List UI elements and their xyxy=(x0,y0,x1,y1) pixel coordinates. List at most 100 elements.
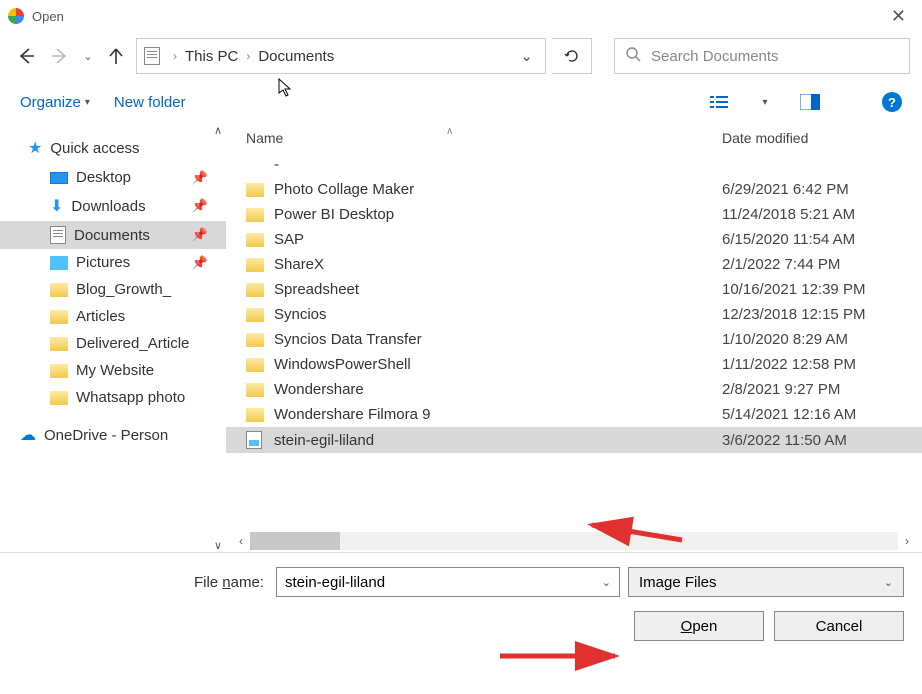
organize-button[interactable]: Organize▾ xyxy=(20,94,90,111)
recent-dropdown[interactable]: ⌄ xyxy=(80,42,96,70)
chevron-down-icon[interactable]: ⌄ xyxy=(884,576,893,589)
col-date[interactable]: Date modified xyxy=(722,130,922,146)
folder-icon xyxy=(246,383,264,397)
filter-select[interactable]: Image Files ⌄ xyxy=(628,567,904,597)
search-input[interactable]: Search Documents xyxy=(614,38,910,74)
sidebar-item-label: Pictures xyxy=(76,254,130,271)
sidebar-item-label: Blog_Growth_ xyxy=(76,281,171,298)
breadcrumb[interactable]: › This PC › Documents ⌄ xyxy=(136,38,546,74)
cancel-button[interactable]: Cancel xyxy=(774,611,904,641)
file-date: 5/14/2021 12:16 AM xyxy=(722,406,922,423)
sidebar-item[interactable]: Whatsapp photo xyxy=(0,384,226,411)
star-icon: ★ xyxy=(28,138,42,158)
back-button[interactable] xyxy=(12,42,40,70)
chevron-down-icon[interactable]: ⌄ xyxy=(602,576,611,589)
folder-icon xyxy=(50,310,68,324)
pictures-icon xyxy=(50,256,68,270)
scroll-right-icon[interactable]: › xyxy=(898,534,916,548)
file-date: 1/10/2020 8:29 AM xyxy=(722,331,922,348)
refresh-button[interactable] xyxy=(552,38,592,74)
scroll-left-icon[interactable]: ‹ xyxy=(232,534,250,548)
file-name: ShareX xyxy=(274,256,722,273)
file-row[interactable]: Syncios Data Transfer1/10/2020 8:29 AM xyxy=(226,327,922,352)
file-row[interactable]: Spreadsheet10/16/2021 12:39 PM xyxy=(226,277,922,302)
sidebar-item-label: My Website xyxy=(76,362,154,379)
file-name: Syncios Data Transfer xyxy=(274,331,722,348)
file-row[interactable]: Photo Collage Maker6/29/2021 6:42 PM xyxy=(226,177,922,202)
sidebar-item[interactable]: Documents 📌 xyxy=(0,221,226,249)
file-date: 2/1/2022 7:44 PM xyxy=(722,256,922,273)
file-row[interactable]: stein-egil-liland3/6/2022 11:50 AM xyxy=(226,427,922,453)
search-icon xyxy=(625,46,641,66)
sidebar-item[interactable]: Pictures📌 xyxy=(0,249,226,276)
scrollbar-thumb[interactable] xyxy=(250,532,340,550)
file-row[interactable]: ShareX2/1/2022 7:44 PM xyxy=(226,252,922,277)
sidebar-item[interactable]: Articles xyxy=(0,303,226,330)
file-row[interactable]: SAP6/15/2020 11:54 AM xyxy=(226,227,922,252)
help-icon[interactable]: ? xyxy=(882,92,902,112)
col-name[interactable]: Name∧ xyxy=(246,130,722,146)
sidebar-item[interactable]: Blog_Growth_ xyxy=(0,276,226,303)
preview-pane-icon[interactable] xyxy=(796,94,824,110)
file-name: Syncios xyxy=(274,306,722,323)
sidebar-quick-access[interactable]: ★ Quick access xyxy=(0,130,226,164)
sidebar-item[interactable]: My Website xyxy=(0,357,226,384)
file-row[interactable]: Syncios12/23/2018 12:15 PM xyxy=(226,302,922,327)
pin-icon: 📌 xyxy=(192,227,208,243)
file-date: 2/8/2021 9:27 PM xyxy=(722,381,922,398)
up-button[interactable] xyxy=(102,42,130,70)
forward-button[interactable] xyxy=(46,42,74,70)
file-date: 6/29/2021 6:42 PM xyxy=(722,181,922,198)
folder-icon xyxy=(50,337,68,351)
file-name: SAP xyxy=(274,231,722,248)
filename-input[interactable]: stein-egil-liland ⌄ xyxy=(276,567,620,597)
sidebar-item-label: Desktop xyxy=(76,169,131,186)
file-row[interactable]: WindowsPowerShell1/11/2022 12:58 PM xyxy=(226,352,922,377)
main-content: ∧ ★ Quick access Desktop📌⬇Downloads📌Docu… xyxy=(0,124,922,552)
sidebar-item-label: Downloads xyxy=(71,198,145,215)
folder-icon xyxy=(246,408,264,422)
file-date: 6/15/2020 11:54 AM xyxy=(722,231,922,248)
app-icon xyxy=(8,8,24,24)
scroll-down-icon[interactable]: ∨ xyxy=(214,539,222,552)
scroll-up-icon[interactable]: ∧ xyxy=(214,124,222,137)
sort-icon: ∧ xyxy=(446,126,453,137)
search-placeholder: Search Documents xyxy=(651,48,779,65)
view-list-icon[interactable] xyxy=(706,94,734,110)
breadcrumb-pc[interactable]: This PC xyxy=(183,48,240,65)
folder-icon xyxy=(246,283,264,297)
toolbar: Organize▾ New folder ▾ ? xyxy=(0,80,922,124)
view-dropdown[interactable]: ▾ xyxy=(758,97,772,108)
chevron-icon[interactable]: › xyxy=(167,49,183,63)
sidebar-item-label: Articles xyxy=(76,308,125,325)
file-list: -Photo Collage Maker6/29/2021 6:42 PMPow… xyxy=(226,152,922,453)
file-row[interactable]: Wondershare2/8/2021 9:27 PM xyxy=(226,377,922,402)
sidebar-item[interactable]: ⬇Downloads📌 xyxy=(0,191,226,221)
sidebar-item-label: Documents xyxy=(74,227,150,244)
open-button[interactable]: Open xyxy=(634,611,764,641)
file-row[interactable]: Power BI Desktop11/24/2018 5:21 AM xyxy=(226,202,922,227)
file-name: Wondershare Filmora 9 xyxy=(274,406,722,423)
new-folder-button[interactable]: New folder xyxy=(114,94,186,111)
file-row[interactable]: Wondershare Filmora 95/14/2021 12:16 AM xyxy=(226,402,922,427)
file-date: 1/11/2022 12:58 PM xyxy=(722,356,922,373)
window-title: Open xyxy=(32,9,883,24)
folder-icon xyxy=(246,308,264,322)
close-icon[interactable]: ✕ xyxy=(883,6,914,27)
chevron-icon[interactable]: › xyxy=(240,49,256,63)
breadcrumb-folder[interactable]: Documents xyxy=(256,48,336,65)
doc-icon xyxy=(143,47,161,65)
pin-icon: 📌 xyxy=(192,170,208,186)
sidebar-item[interactable]: Desktop 📌 xyxy=(0,164,226,191)
sidebar-onedrive[interactable]: ☁ OneDrive - Person xyxy=(0,417,226,451)
filename-label: File name: xyxy=(18,574,268,591)
breadcrumb-dropdown[interactable]: ⌄ xyxy=(514,47,539,65)
column-headers: Name∧ Date modified xyxy=(226,124,922,152)
desktop-icon xyxy=(50,172,68,184)
folder-icon xyxy=(50,364,68,378)
file-name: Photo Collage Maker xyxy=(274,181,722,198)
file-row[interactable]: - xyxy=(226,152,922,177)
titlebar: Open ✕ xyxy=(0,0,922,32)
horizontal-scrollbar[interactable]: ‹ › xyxy=(232,532,916,550)
sidebar-item[interactable]: Delivered_Article xyxy=(0,330,226,357)
